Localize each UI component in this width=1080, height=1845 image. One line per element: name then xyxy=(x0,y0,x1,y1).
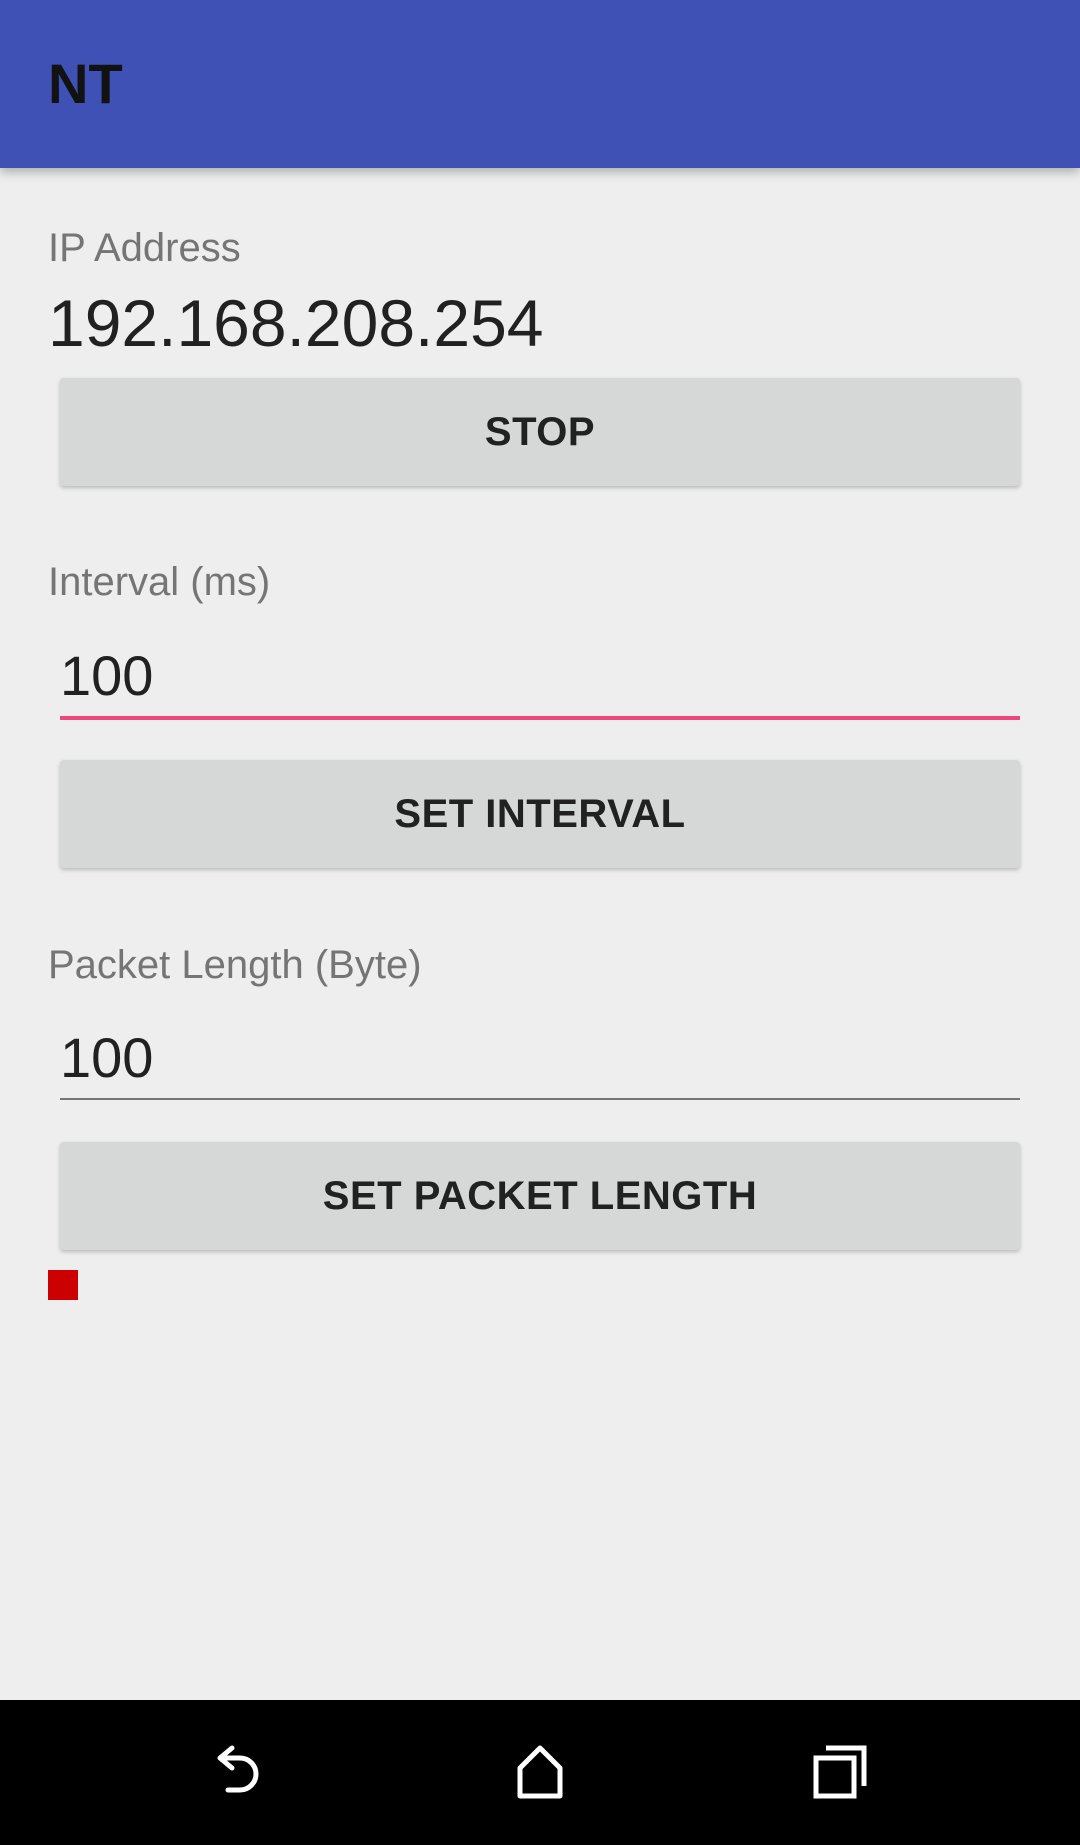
home-button[interactable] xyxy=(470,1722,610,1822)
back-button[interactable] xyxy=(170,1722,310,1822)
stop-button[interactable]: STOP xyxy=(60,378,1020,486)
set-packet-length-button[interactable]: SET PACKET LENGTH xyxy=(60,1142,1020,1250)
ip-address-label: IP Address xyxy=(48,226,241,270)
back-icon xyxy=(217,1745,259,1793)
interval-label: Interval (ms) xyxy=(48,560,271,604)
packet-length-input[interactable]: 100 xyxy=(60,1018,1020,1100)
navigation-bar xyxy=(0,1700,1080,1845)
ip-address-value: 192.168.208.254 xyxy=(48,286,544,360)
main-content: IP Address 192.168.208.254 STOP Interval… xyxy=(0,168,1080,1700)
interval-input[interactable]: 100 xyxy=(60,636,1020,720)
recents-button[interactable] xyxy=(770,1722,910,1822)
set-interval-button[interactable]: SET INTERVAL xyxy=(60,760,1020,868)
app-title: NT xyxy=(48,52,123,115)
recents-icon xyxy=(813,1745,867,1799)
app-bar: NT xyxy=(0,0,1080,168)
home-icon xyxy=(517,1745,563,1799)
packet-length-label: Packet Length (Byte) xyxy=(48,943,422,987)
status-indicator xyxy=(48,1270,78,1300)
